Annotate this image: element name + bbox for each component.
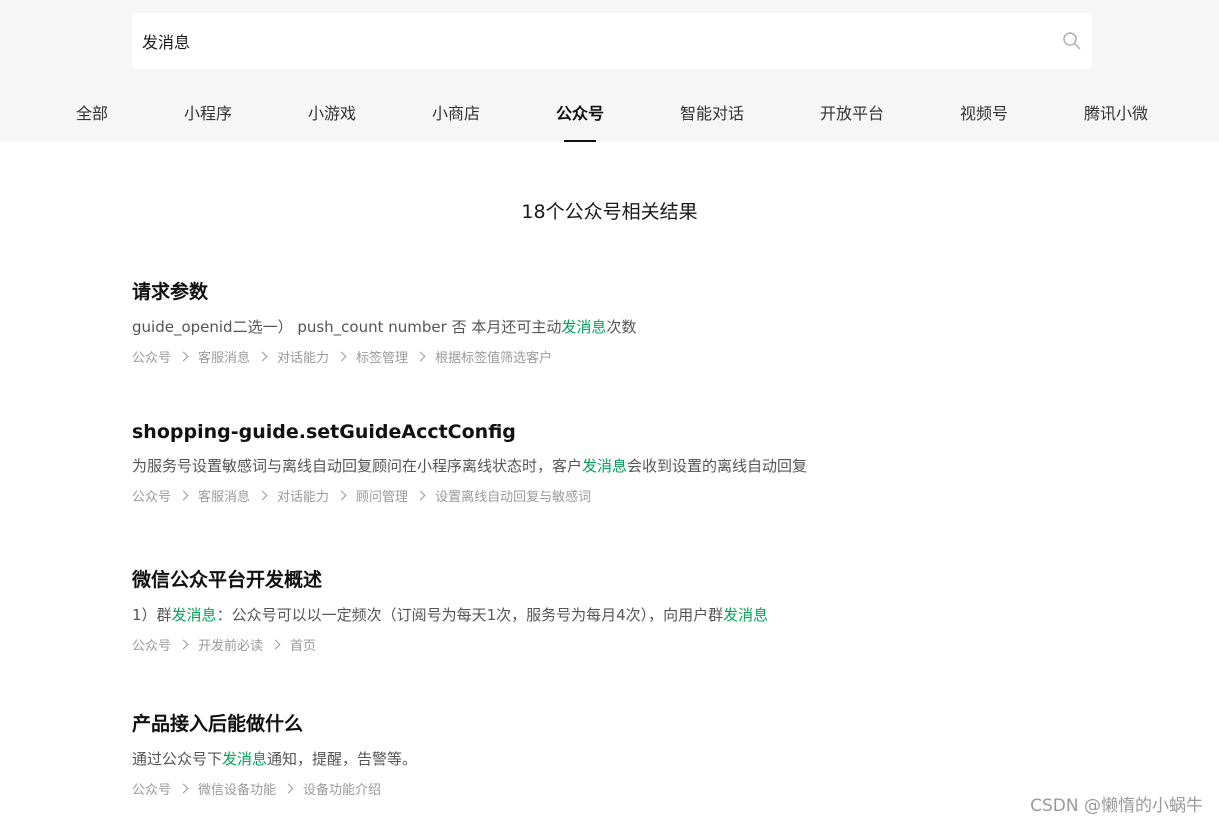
breadcrumb-item[interactable]: 微信设备功能 [198, 779, 276, 798]
result-title[interactable]: 产品接入后能做什么 [132, 709, 1032, 736]
desc-text: guide_openid二选一） push_count number 否 本月还… [132, 318, 562, 336]
breadcrumb-item[interactable]: 顾问管理 [356, 486, 408, 505]
tab-channels[interactable]: 视频号 [960, 100, 1008, 124]
tab-mini-shop[interactable]: 小商店 [432, 100, 480, 124]
chevron-right-icon [257, 490, 268, 501]
result-description: 通过公众号下发消息通知，提醒，告警等。 [132, 748, 1032, 769]
desc-text: ：公众号可以以一定频次（订阅号为每天1次，服务号为每月4次），向用户群 [216, 606, 724, 624]
tab-all[interactable]: 全部 [76, 100, 108, 124]
desc-keyword-highlight: 发消息 [582, 457, 628, 475]
search-icon[interactable] [1062, 31, 1082, 51]
breadcrumb: 公众号 客服消息 对话能力 标签管理 根据标签值筛选客户 [132, 347, 1032, 366]
result-title[interactable]: shopping-guide.setGuideAcctConfig [132, 421, 1032, 443]
result-item: 请求参数 guide_openid二选一） push_count number … [132, 277, 1032, 366]
breadcrumb-item[interactable]: 对话能力 [277, 486, 329, 505]
breadcrumb: 公众号 开发前必读 首页 [132, 635, 1032, 654]
active-tab-indicator [564, 140, 596, 142]
breadcrumb-item[interactable]: 客服消息 [198, 486, 250, 505]
chevron-right-icon [178, 783, 189, 794]
desc-keyword-highlight: 发消息 [561, 318, 607, 336]
search-box[interactable] [132, 13, 1092, 69]
breadcrumb-item[interactable]: 标签管理 [356, 347, 408, 366]
category-tabs: 全部 小程序 小游戏 小商店 公众号 智能对话 开放平台 视频号 腾讯小微 [0, 92, 1219, 142]
breadcrumb-item[interactable]: 客服消息 [198, 347, 250, 366]
breadcrumb-item[interactable]: 首页 [290, 635, 316, 654]
result-count: 18个公众号相关结果 [521, 201, 698, 223]
tab-mini-game[interactable]: 小游戏 [308, 100, 356, 124]
desc-keyword-highlight: 发消息 [723, 606, 769, 624]
chevron-right-icon [336, 490, 347, 501]
breadcrumb-item[interactable]: 对话能力 [277, 347, 329, 366]
desc-text: 会收到设置的离线自动回复 [627, 457, 808, 475]
result-title[interactable]: 微信公众平台开发概述 [132, 565, 1032, 592]
breadcrumb-item[interactable]: 根据标签值筛选客户 [435, 347, 552, 366]
desc-text: 通过公众号下 [132, 750, 223, 768]
breadcrumb-item[interactable]: 公众号 [132, 486, 171, 505]
result-description: 为服务号设置敏感词与离线自动回复顾问在小程序离线状态时，客户发消息会收到设置的离… [132, 455, 1032, 476]
chevron-right-icon [415, 490, 426, 501]
result-title[interactable]: 请求参数 [132, 277, 1032, 304]
chevron-right-icon [178, 639, 189, 650]
tab-smart-dialog[interactable]: 智能对话 [680, 100, 744, 124]
search-input[interactable] [142, 27, 1042, 55]
breadcrumb-item[interactable]: 设备功能介绍 [303, 779, 381, 798]
tab-tencent-xiaowei[interactable]: 腾讯小微 [1084, 100, 1148, 124]
top-search-area: 全部 小程序 小游戏 小商店 公众号 智能对话 开放平台 视频号 腾讯小微 [0, 0, 1219, 142]
breadcrumb-item[interactable]: 开发前必读 [198, 635, 263, 654]
chevron-right-icon [415, 351, 426, 362]
result-description: 1）群发消息：公众号可以以一定频次（订阅号为每天1次，服务号为每月4次），向用户… [132, 604, 1032, 625]
breadcrumb-item[interactable]: 公众号 [132, 635, 171, 654]
result-item: shopping-guide.setGuideAcctConfig 为服务号设置… [132, 421, 1032, 505]
tab-open-platform[interactable]: 开放平台 [820, 100, 884, 124]
tab-mini-program[interactable]: 小程序 [184, 100, 232, 124]
breadcrumb: 公众号 微信设备功能 设备功能介绍 [132, 779, 1032, 798]
result-description: guide_openid二选一） push_count number 否 本月还… [132, 316, 1032, 337]
breadcrumb: 公众号 客服消息 对话能力 顾问管理 设置离线自动回复与敏感词 [132, 486, 1032, 505]
desc-keyword-highlight: 发消息 [171, 606, 217, 624]
desc-text: 为服务号设置敏感词与离线自动回复顾问在小程序离线状态时，客户 [132, 457, 583, 475]
chevron-right-icon [336, 351, 347, 362]
breadcrumb-item[interactable]: 公众号 [132, 779, 171, 798]
desc-text: 1）群 [132, 606, 172, 624]
chevron-right-icon [283, 783, 294, 794]
chevron-right-icon [270, 639, 281, 650]
breadcrumb-item[interactable]: 设置离线自动回复与敏感词 [435, 486, 591, 505]
tab-official-account[interactable]: 公众号 [556, 100, 604, 124]
desc-text: 通知，提醒，告警等。 [267, 750, 418, 768]
result-item: 微信公众平台开发概述 1）群发消息：公众号可以以一定频次（订阅号为每天1次，服务… [132, 565, 1032, 654]
watermark: CSDN @懒惰的小蜗牛 [1030, 796, 1203, 816]
desc-keyword-highlight: 发消息 [222, 750, 268, 768]
chevron-right-icon [257, 351, 268, 362]
chevron-right-icon [178, 490, 189, 501]
breadcrumb-item[interactable]: 公众号 [132, 347, 171, 366]
chevron-right-icon [178, 351, 189, 362]
result-item: 产品接入后能做什么 通过公众号下发消息通知，提醒，告警等。 公众号 微信设备功能… [132, 709, 1032, 798]
desc-text: 次数 [606, 318, 637, 336]
